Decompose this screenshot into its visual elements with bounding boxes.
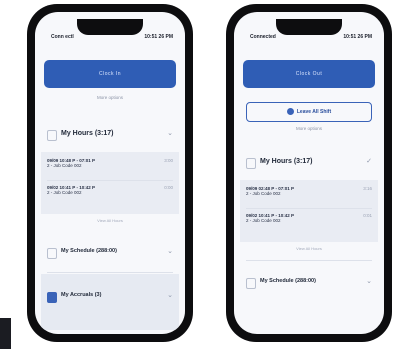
accruals-card: My Accruals (3) ⌄ xyxy=(41,274,179,330)
leave-icon xyxy=(286,108,294,116)
divider xyxy=(246,208,372,209)
divider xyxy=(246,260,372,261)
chevron-down-icon[interactable]: ⌄ xyxy=(167,291,173,299)
status-bar: Conn ectl 10:51 26 PM xyxy=(51,34,173,44)
list-item[interactable]: 09/09 10:48 P - 07:01 P 2 - Job Code 002… xyxy=(47,158,173,168)
chevron-down-icon[interactable]: ⌄ xyxy=(167,129,173,137)
hours-entries: 09/09 10:48 P - 07:01 P 2 - Job Code 002… xyxy=(41,152,179,214)
my-accruals-header[interactable]: My Accruals (3) ⌄ xyxy=(41,284,179,310)
hours-entries: 09/09 02:48 P - 07:01 P 2 - Job Code 002… xyxy=(240,180,378,242)
entry-amount: 0:00 xyxy=(164,185,173,190)
status-carrier: Connected xyxy=(250,34,276,40)
my-accruals-title: My Accruals (3) xyxy=(61,292,102,298)
view-all-hours-link[interactable]: View All Hours xyxy=(240,246,378,251)
clock-icon xyxy=(246,158,256,169)
more-options-link[interactable]: More options xyxy=(234,126,384,131)
calendar-icon xyxy=(47,248,57,259)
status-bar: Connected 10:51 26 PM xyxy=(250,34,372,44)
divider xyxy=(47,180,173,181)
entry-job: 2 - Job Code 002 xyxy=(47,163,82,168)
right-content: My Hours (3:17) ✓ 09/09 02:48 P - 07:01 … xyxy=(240,150,378,330)
entry-amount: 3:00 xyxy=(164,158,173,163)
left-content: My Hours (3:17) ⌄ 09/09 10:48 P - 07:01 … xyxy=(41,122,179,332)
my-schedule-title: My Schedule (288:00) xyxy=(260,278,316,284)
status-time: 10:51 26 PM xyxy=(144,34,173,40)
status-carrier: Conn ectl xyxy=(51,34,74,40)
chevron-down-icon[interactable]: ⌄ xyxy=(167,247,173,255)
clock-out-button[interactable]: Clock Out xyxy=(243,60,375,88)
more-options-link[interactable]: More options xyxy=(35,95,185,100)
entry-amount: 3:16 xyxy=(363,186,372,191)
left-phone-screen: Conn ectl 10:51 26 PM Clock In More opti… xyxy=(35,12,185,334)
my-hours-header[interactable]: My Hours (3:17) ✓ xyxy=(240,150,378,176)
clock-icon xyxy=(47,130,57,141)
my-schedule-header[interactable]: My Schedule (288:00) ⌄ xyxy=(41,240,179,266)
calendar-icon xyxy=(246,278,256,289)
divider xyxy=(47,272,173,273)
list-item[interactable]: 09/02 10:41 P - 10:42 P 2 - Job Code 002… xyxy=(47,185,173,195)
phone-notch xyxy=(276,19,342,35)
chevron-down-icon[interactable]: ✓ xyxy=(366,157,372,165)
right-phone-screen: Connected 10:51 26 PM Clock Out Leave Al… xyxy=(234,12,384,334)
leave-shift-button[interactable]: Leave All Shift xyxy=(246,102,372,122)
accruals-icon xyxy=(47,292,57,303)
my-schedule-title: My Schedule (288:00) xyxy=(61,248,117,254)
entry-job: 2 - Job Code 002 xyxy=(246,191,281,196)
entry-job: 2 - Job Code 002 xyxy=(47,190,82,195)
status-time: 10:51 26 PM xyxy=(343,34,372,40)
phone-notch xyxy=(77,19,143,35)
list-item[interactable]: 09/02 10:41 P - 10:42 P 2 - Job Code 002… xyxy=(246,213,372,223)
entry-amount: 0:01 xyxy=(363,213,372,218)
list-item[interactable]: 09/09 02:48 P - 07:01 P 2 - Job Code 002… xyxy=(246,186,372,196)
my-hours-header[interactable]: My Hours (3:17) ⌄ xyxy=(41,122,179,148)
chevron-down-icon[interactable]: ⌄ xyxy=(366,277,372,285)
clock-in-button[interactable]: Clock In xyxy=(44,60,176,88)
view-all-hours-link[interactable]: View All Hours xyxy=(41,218,179,223)
background-dark-tab xyxy=(0,318,11,349)
leave-shift-label: Leave All Shift xyxy=(296,109,332,115)
right-phone-frame: Connected 10:51 26 PM Clock Out Leave Al… xyxy=(226,4,392,342)
my-hours-title: My Hours (3:17) xyxy=(61,130,114,137)
left-phone-frame: Conn ectl 10:51 26 PM Clock In More opti… xyxy=(27,4,193,342)
my-schedule-header[interactable]: My Schedule (288:00) ⌄ xyxy=(240,270,378,296)
entry-job: 2 - Job Code 002 xyxy=(246,218,281,223)
my-hours-title: My Hours (3:17) xyxy=(260,158,313,165)
